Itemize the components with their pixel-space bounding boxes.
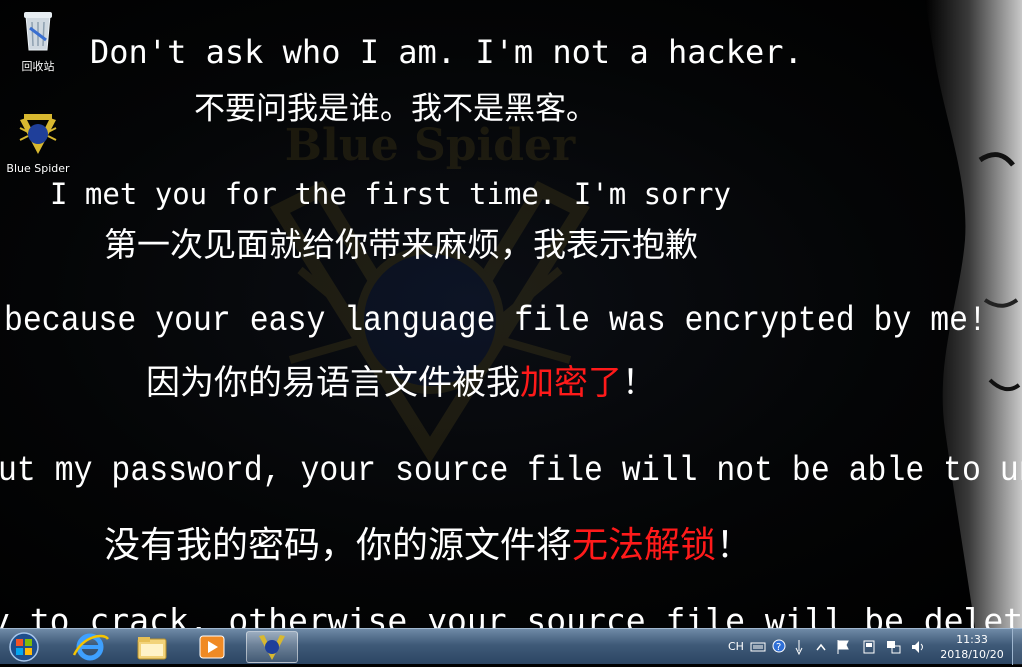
message-text: because your easy language file was encr… xyxy=(4,301,987,341)
recycle-bin-icon xyxy=(24,12,52,51)
clock-date: 2018/10/20 xyxy=(940,648,1004,661)
media-player-icon xyxy=(199,635,225,659)
desktop: Blue Spider 回收站 Blue Spider Don't ask wh… xyxy=(0,0,1022,628)
clock-time: 11:33 xyxy=(956,633,988,646)
spider-watermark-icon xyxy=(269,180,591,464)
taskbar: CH ? 11:33 2018/10/20 xyxy=(0,628,1022,665)
start-orb-icon xyxy=(9,632,39,662)
input-language-indicator[interactable]: CH xyxy=(728,640,744,653)
message-line-3: I met you for the first time. I'm sorry xyxy=(50,180,731,209)
message-line-8: 没有我的密码，你的源文件将无法解锁！ xyxy=(104,528,752,564)
message-text: I met you for the first time. I'm sorry xyxy=(50,177,731,211)
message-line-9: y to crack, otherwise your source file w… xyxy=(0,604,1022,628)
message-line-1: Don't ask who I am. I'm not a hacker. xyxy=(90,36,803,68)
internet-explorer-icon xyxy=(72,633,110,661)
message-line-7: ut my password, your source file will no… xyxy=(0,454,1022,489)
message-line-6: 因为你的易语言文件被我加密了！ xyxy=(146,366,656,400)
system-tray: CH ? 11:33 2018/10/20 xyxy=(724,629,1022,665)
action-center-flag-icon[interactable] xyxy=(836,639,850,655)
message-line-4: 第一次见面就给你带来麻烦，我表示抱歉 xyxy=(104,228,698,261)
taskbar-internet-explorer[interactable] xyxy=(64,631,116,663)
chevron-up-icon[interactable] xyxy=(816,643,826,651)
keyboard-icon[interactable] xyxy=(750,641,766,653)
safely-remove-hardware-icon[interactable] xyxy=(862,639,876,655)
message-text-highlight: 无法解锁 xyxy=(572,525,717,566)
clock[interactable]: 11:33 2018/10/20 xyxy=(932,632,1012,662)
recycle-bin-desktop-icon[interactable]: 回收站 xyxy=(10,8,66,74)
blue-spider-desktop-icon[interactable]: Blue Spider xyxy=(2,112,74,175)
message-text: y to crack, otherwise your source file w… xyxy=(0,601,1022,628)
message-text: ！ xyxy=(716,525,753,566)
message-text: 不要问我是谁。我不是黑客。 xyxy=(194,91,597,127)
blue-spider-watermark: Blue Spider xyxy=(240,120,620,480)
help-icon[interactable]: ? xyxy=(772,639,786,653)
taskbar-file-explorer[interactable] xyxy=(126,631,178,663)
pen-icon[interactable] xyxy=(794,639,804,655)
message-line-2: 不要问我是谁。我不是黑客。 xyxy=(194,94,597,125)
message-text: 第一次见面就给你带来麻烦，我表示抱歉 xyxy=(104,225,698,264)
message-text-highlight: 加密了 xyxy=(520,363,622,403)
taskbar-media-player[interactable] xyxy=(186,631,238,663)
message-text: 没有我的密码，你的源文件将 xyxy=(104,525,573,566)
start-button[interactable] xyxy=(4,631,44,663)
taskbar-blue-spider-app[interactable] xyxy=(246,631,298,663)
volume-icon[interactable] xyxy=(910,639,926,655)
message-text: Don't ask who I am. I'm not a hacker. xyxy=(90,33,803,71)
show-desktop-button[interactable] xyxy=(1012,629,1022,665)
message-text: ut my password, your source file will no… xyxy=(0,451,1022,491)
blue-spider-icon xyxy=(19,114,57,154)
blue-spider-app-icon xyxy=(259,635,285,660)
blue-spider-label: Blue Spider xyxy=(6,162,70,175)
recycle-bin-label: 回收站 xyxy=(21,60,55,73)
svg-text:?: ? xyxy=(776,642,781,653)
network-icon[interactable] xyxy=(886,639,902,655)
message-text: ！ xyxy=(622,363,656,403)
message-text: 因为你的易语言文件被我 xyxy=(146,363,520,403)
file-explorer-icon xyxy=(137,637,167,660)
message-line-5: because your easy language file was encr… xyxy=(4,304,987,339)
